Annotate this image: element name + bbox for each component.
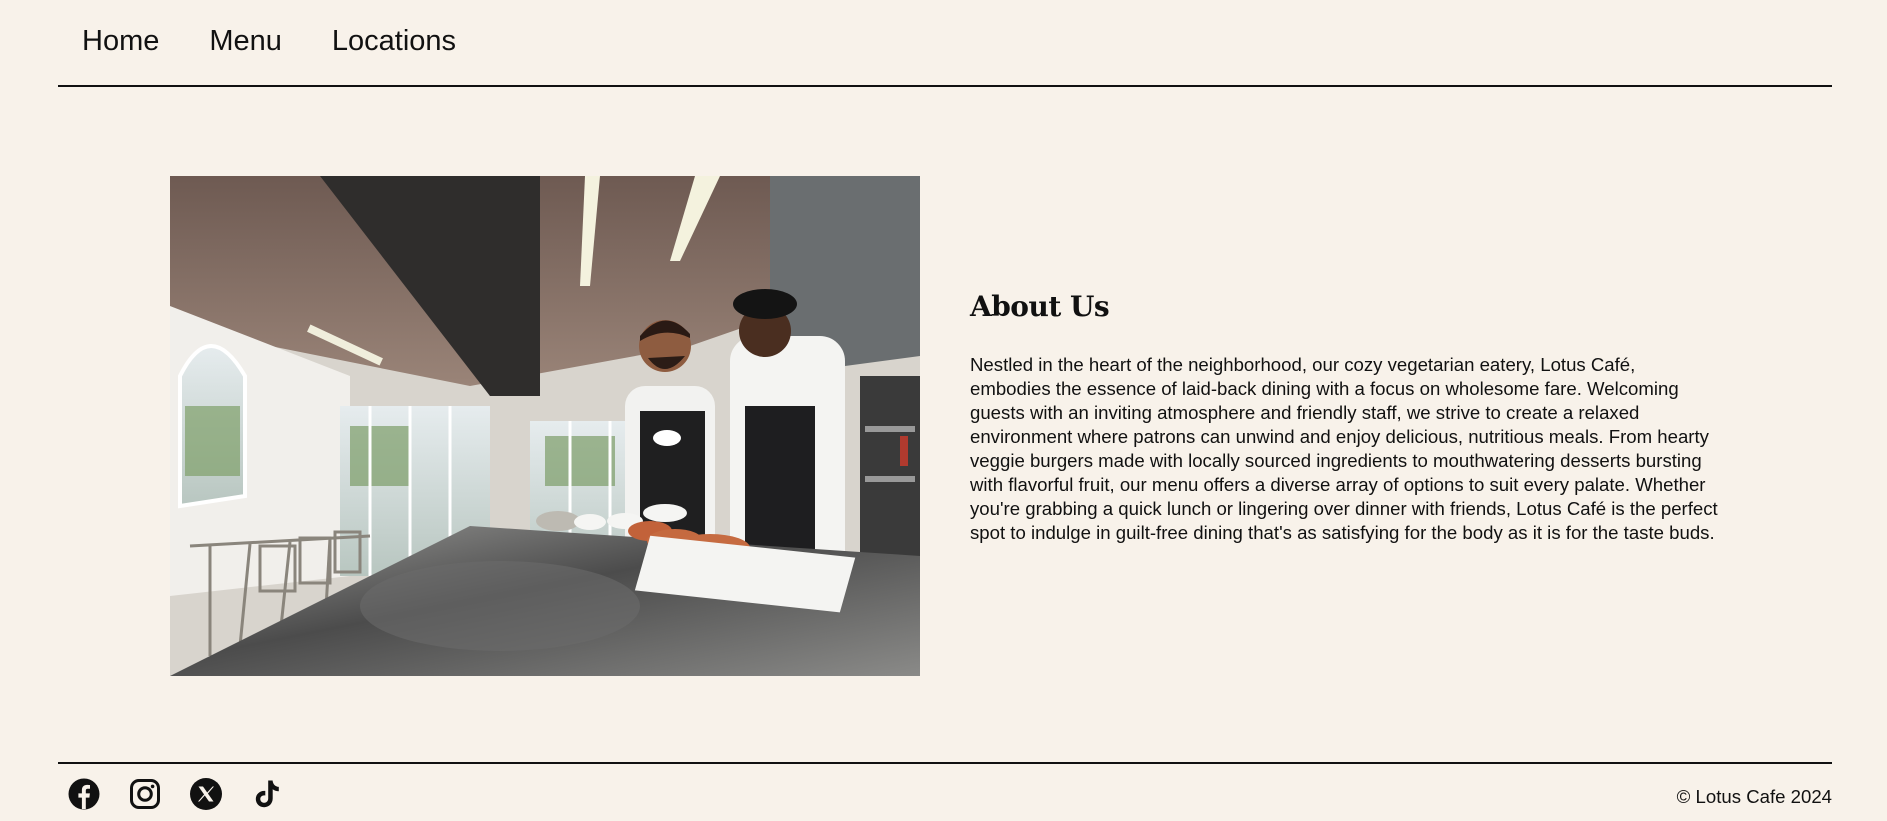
instagram-icon[interactable] (129, 778, 161, 810)
kitchen-photo (170, 176, 920, 676)
footer: © Lotus Cafe 2024 (58, 762, 1832, 821)
nav-home-link[interactable]: Home (82, 27, 159, 56)
tiktok-icon[interactable] (251, 778, 283, 810)
about-body: Nestled in the heart of the neighborhood… (970, 354, 1718, 543)
facebook-icon[interactable] (68, 778, 100, 810)
copyright-text: © Lotus Cafe 2024 (1676, 786, 1832, 807)
x-icon[interactable] (190, 778, 222, 810)
main-nav: Home Menu Locations (58, 0, 1832, 87)
page: Home Menu Locations About Us Nestled in … (0, 0, 1887, 821)
nav-locations-link[interactable]: Locations (332, 27, 456, 56)
nav-menu-link[interactable]: Menu (209, 27, 282, 56)
about-title: About Us (970, 290, 1110, 323)
about-section: About Us Nestled in the heart of the nei… (970, 290, 1720, 545)
social-links (68, 778, 283, 810)
